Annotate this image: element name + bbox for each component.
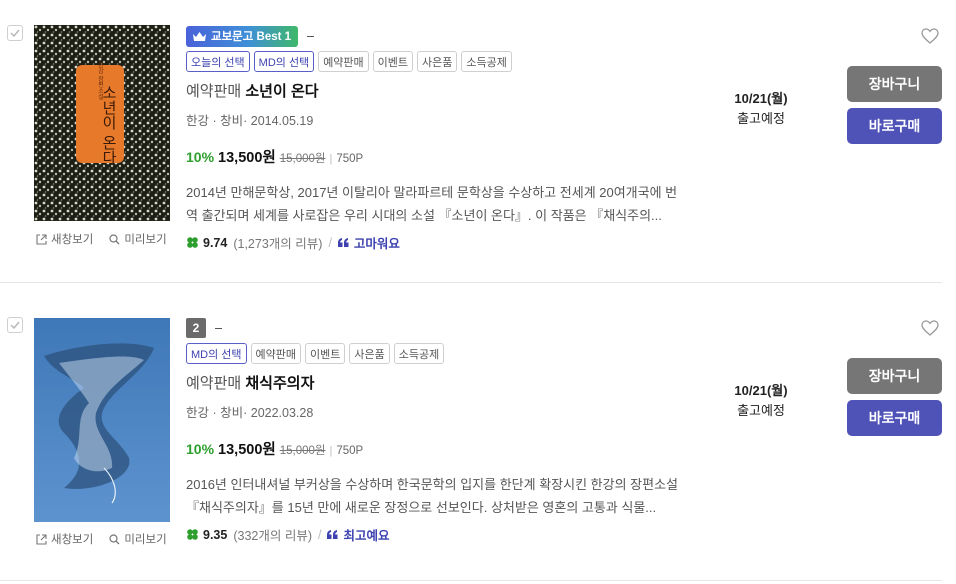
preview-label: 미리보기 <box>124 534 167 546</box>
title-prefix: 예약판매 <box>186 375 242 392</box>
author-publisher-date: 한강 · 창비· 2022.03.28 <box>186 406 314 420</box>
magnifier-icon <box>109 533 120 544</box>
quote-icon <box>337 238 349 247</box>
product-info: 교보문고 Best 1 오늘의 선택 MD의 선택 예약판매 이벤트 사은품 소… <box>186 24 706 252</box>
review-summary[interactable]: 9.74 (1,273개의 리뷰) / 고마워요 <box>186 233 706 252</box>
preview-link[interactable]: 미리보기 <box>109 231 167 247</box>
ship-date: 10/21(월) <box>734 383 788 398</box>
product-info: 2 MD의 선택 예약판매 이벤트 사은품 소득공제 예약판매 채식주의자 한강… <box>186 316 706 544</box>
external-link-icon <box>36 233 47 245</box>
sale-price: 13,500원 <box>218 150 276 166</box>
cover-actions: 새창보기 미리보기 <box>36 231 167 247</box>
rating-score: 9.35 <box>203 527 228 542</box>
tag: 예약판매 <box>250 343 302 364</box>
item-divider <box>0 580 942 581</box>
buy-now-button[interactable]: 바로구매 <box>847 108 942 144</box>
external-link-icon <box>36 533 47 545</box>
book-title: 채식주의자 <box>245 375 315 392</box>
cover-actions: 새창보기 미리보기 <box>36 531 167 547</box>
magnifier-icon <box>109 233 120 244</box>
rank-change-dash <box>215 327 222 329</box>
quote-icon <box>327 530 338 539</box>
tag: 사은품 <box>417 51 458 72</box>
cover-title-text: 소년이 온다 <box>100 85 118 165</box>
reward-points: 750P <box>336 445 364 457</box>
price-row: 10% 13,500원 15,000원 | 750P <box>186 441 364 458</box>
author-publisher-date: 한강 · 창비· 2014.05.19 <box>186 114 314 128</box>
product-item: 새창보기 미리보기 2 MD의 선택 예약판매 이벤트 사은품 소득공제 예약판… <box>0 283 956 575</box>
ship-date: 10/21(월) <box>734 91 788 106</box>
preview-link[interactable]: 미리보기 <box>109 531 167 547</box>
cover-art: 한강 장편소설 소년이 온다 <box>34 25 170 221</box>
crown-icon <box>193 31 206 41</box>
review-count: (1,273개의 리뷰) <box>233 237 323 251</box>
add-to-cart-button[interactable]: 장바구니 <box>847 358 942 394</box>
tag: 사은품 <box>349 343 390 364</box>
book-description: 2016년 인터내셔널 부커상을 수상하며 한국문학의 입지를 한단계 확장시킨… <box>186 477 678 515</box>
new-window-label: 새창보기 <box>51 234 94 246</box>
tag-list: MD의 선택 예약판매 이벤트 사은품 소득공제 <box>186 343 706 364</box>
book-cover[interactable]: 한강 장편소설 소년이 온다 <box>34 25 170 221</box>
tag: MD의 선택 <box>253 51 315 72</box>
buy-now-button[interactable]: 바로구매 <box>847 400 942 436</box>
review-count: (332개의 리뷰) <box>233 529 312 543</box>
preview-label: 미리보기 <box>124 234 167 246</box>
rating-score: 9.74 <box>203 235 228 250</box>
book-cover[interactable] <box>34 318 170 522</box>
price-row: 10% 13,500원 15,000원 | 750P <box>186 149 364 166</box>
bestseller-badge: 교보문고 Best 1 <box>186 25 299 47</box>
tag: 이벤트 <box>305 343 346 364</box>
new-window-label: 새창보기 <box>51 534 94 546</box>
book-description: 2014년 만해문학상, 2017년 이탈리아 말라파르테 문학상을 수상하고 … <box>186 185 678 223</box>
check-icon <box>10 321 20 329</box>
rank-number: 2 <box>186 318 206 338</box>
select-checkbox[interactable] <box>7 25 23 41</box>
new-window-link[interactable]: 새창보기 <box>36 531 93 547</box>
tag: 소득공제 <box>393 343 445 364</box>
ship-status: 출고예정 <box>737 111 785 126</box>
new-window-link[interactable]: 새창보기 <box>36 231 93 247</box>
tag-list: 오늘의 선택 MD의 선택 예약판매 이벤트 사은품 소득공제 <box>186 51 706 72</box>
tag: 이벤트 <box>372 51 414 72</box>
original-price: 15,000원 <box>279 445 326 457</box>
tag: 오늘의 선택 <box>186 51 250 72</box>
wishlist-heart-icon[interactable] <box>921 28 939 44</box>
add-to-cart-button[interactable]: 장바구니 <box>847 66 942 102</box>
review-keyword: 최고예요 <box>343 529 390 543</box>
shipping-info: 10/21(월) 출고예정 <box>716 381 806 421</box>
tag: 예약판매 <box>318 51 369 72</box>
reward-points: 750P <box>336 153 364 165</box>
product-title-link[interactable]: 예약판매 채식주의자 <box>186 372 706 393</box>
cover-art <box>34 318 170 522</box>
book-title: 소년이 온다 <box>245 83 319 100</box>
discount-rate: 10% <box>186 149 215 165</box>
product-list: 한강 장편소설 소년이 온다 새창보기 미리보기 교보문고 Best 1 오늘의… <box>0 0 956 584</box>
check-icon <box>10 29 20 37</box>
tag: MD의 선택 <box>186 343 247 364</box>
original-price: 15,000원 <box>279 153 326 165</box>
wishlist-heart-icon[interactable] <box>921 320 939 336</box>
rank-change-dash <box>307 35 315 37</box>
title-prefix: 예약판매 <box>186 83 242 100</box>
sale-price: 13,500원 <box>218 442 276 458</box>
ship-status: 출고예정 <box>737 403 785 418</box>
product-item: 한강 장편소설 소년이 온다 새창보기 미리보기 교보문고 Best 1 오늘의… <box>0 0 956 282</box>
product-title-link[interactable]: 예약판매 소년이 온다 <box>186 80 706 101</box>
clover-icon <box>187 237 198 248</box>
review-keyword: 고마워요 <box>353 237 400 251</box>
rank-badge-label: 교보문고 Best 1 <box>211 31 292 43</box>
clover-icon <box>187 529 198 540</box>
select-checkbox[interactable] <box>7 317 23 333</box>
discount-rate: 10% <box>186 441 215 457</box>
shipping-info: 10/21(월) 출고예정 <box>716 89 806 129</box>
review-summary[interactable]: 9.35 (332개의 리뷰) / 최고예요 <box>186 525 706 544</box>
tag: 소득공제 <box>461 51 512 72</box>
